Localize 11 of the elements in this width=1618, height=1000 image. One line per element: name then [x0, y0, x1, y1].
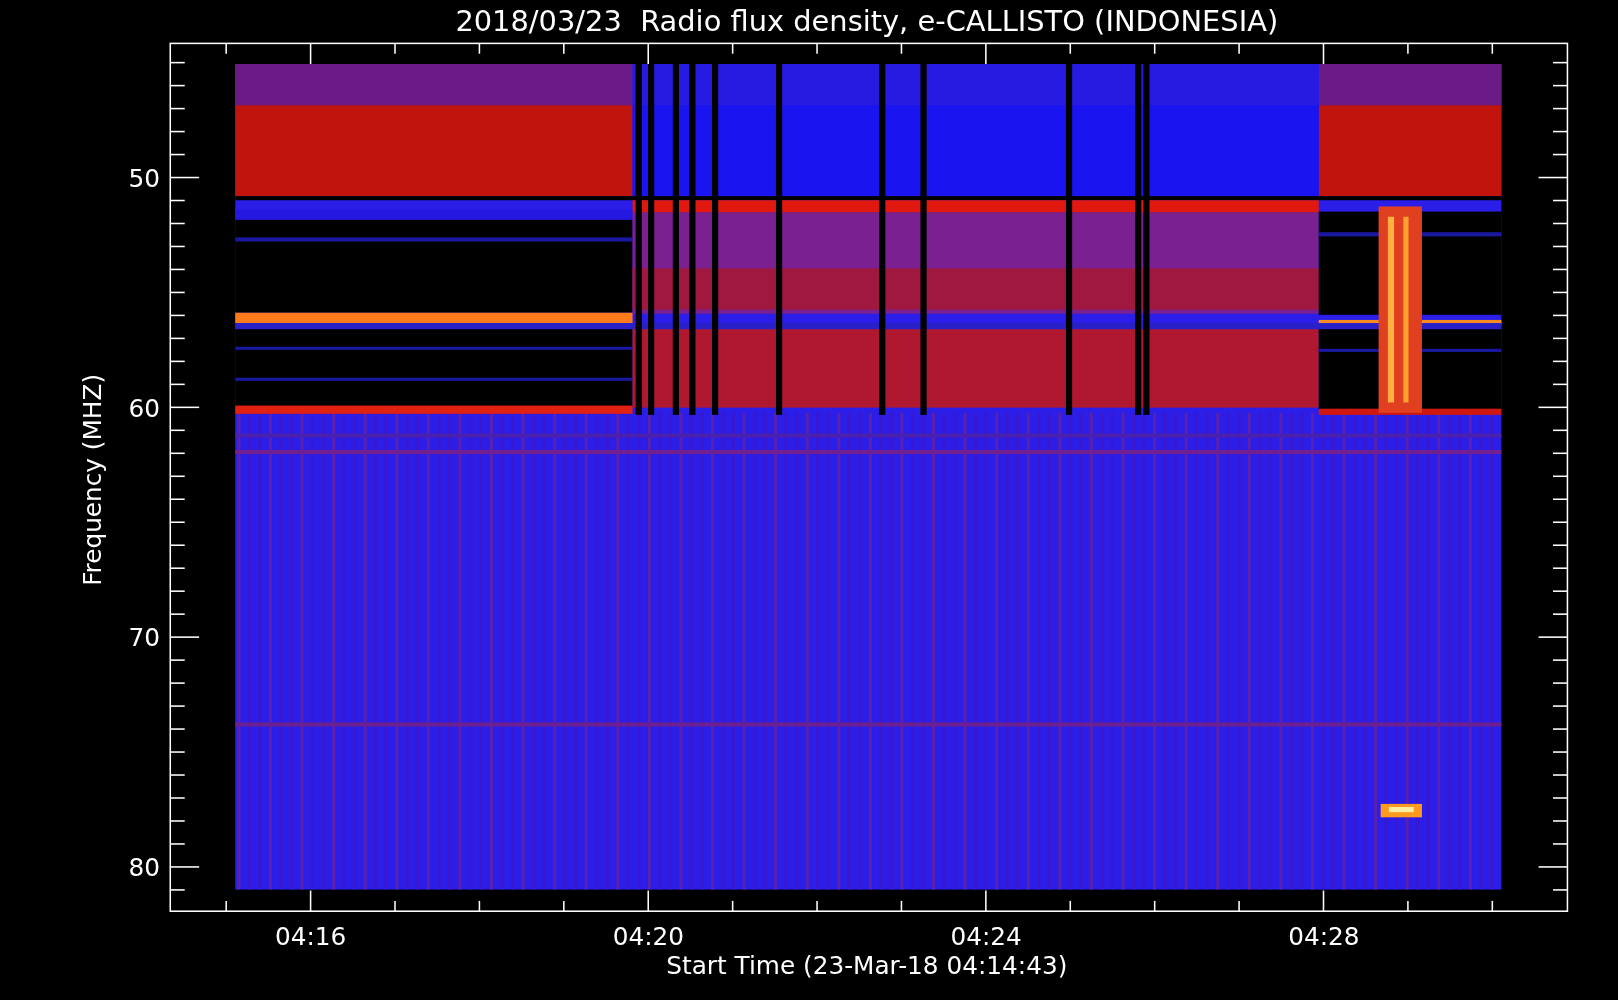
x-tick-label: 04:28 [1288, 922, 1360, 952]
x-tick-label: 04:20 [612, 922, 684, 952]
y-tick-label: 80 [128, 853, 160, 883]
chart-title: 2018/03/23 Radio flux density, e-CALLISTO (INDONESIA) [455, 4, 1279, 38]
y-tick-label: 50 [128, 163, 160, 193]
x-tick-label: 04:16 [274, 922, 347, 952]
y-tick-label: 60 [128, 393, 160, 423]
x-axis-title: Start Time (23-Mar-18 04:14:43) [666, 951, 1068, 981]
y-axis-title: Frequency (MHZ) [78, 373, 108, 586]
y-tick-label: 70 [128, 623, 160, 653]
x-tick-label: 04:24 [950, 922, 1022, 952]
